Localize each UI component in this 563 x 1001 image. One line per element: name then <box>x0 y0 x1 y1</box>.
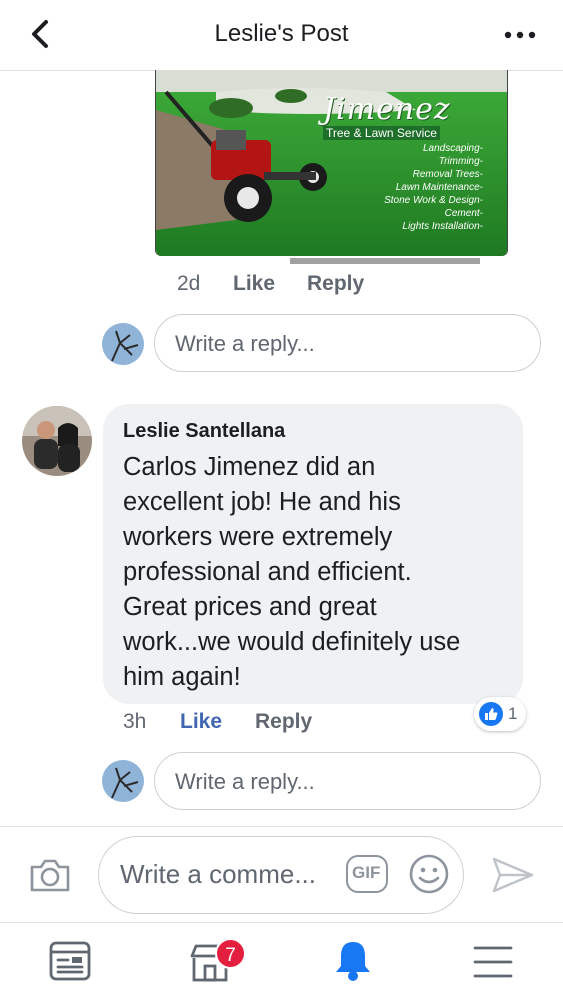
ad-service-item: Lawn Maintenance- <box>395 182 483 193</box>
gif-button[interactable]: GIF <box>346 855 388 893</box>
reply-input[interactable]: Write a reply... <box>154 752 541 810</box>
ad-brand: Jimenez <box>323 92 451 127</box>
emoji-icon[interactable] <box>408 853 450 900</box>
reply-input[interactable]: Write a reply... <box>154 314 541 372</box>
comment-text-line: excellent job! He and his <box>123 488 401 516</box>
ad-service-item: Stone Work & Design- <box>384 195 483 206</box>
ad-service-item: Lights Installation- <box>402 221 483 232</box>
like-button-active[interactable]: Like <box>180 710 222 734</box>
comment-input[interactable]: Write a comme... GIF <box>98 836 464 914</box>
ad-text-block: Jimenez Tree & Lawn Service Landscaping-… <box>323 92 507 252</box>
ad-image-edge <box>160 254 500 268</box>
comment-text: Carlos Jimenez did an excellent job! He a… <box>123 450 518 695</box>
reply-button[interactable]: Reply <box>255 710 312 734</box>
comment-time: 3h <box>123 710 147 733</box>
ad-service-item: Landscaping- <box>422 143 483 154</box>
comment-text-line: Carlos Jimenez did an <box>123 453 376 481</box>
ad-service-item: Removal Trees- <box>412 169 483 180</box>
comment-input-placeholder: Write a comme... <box>120 859 317 889</box>
page-title: Leslie's Post <box>214 20 349 47</box>
news-feed-icon[interactable] <box>48 940 92 987</box>
marketplace-badge: 7 <box>215 938 246 969</box>
comment-text-line: Great prices and great <box>123 593 377 621</box>
ad-services-list: Landscaping- Trimming- Removal Trees- Lawn … <box>384 142 483 233</box>
gif-label: GIF <box>352 863 381 882</box>
comment-text-line: workers were extremely <box>123 523 393 551</box>
ad-service-item: Trimming- <box>438 156 483 167</box>
like-button[interactable]: Like <box>233 272 275 296</box>
lawn-service-ad-image[interactable]: Jimenez Tree & Lawn Service Landscaping-… <box>155 70 508 256</box>
more-options-icon[interactable] <box>500 18 540 54</box>
reply-input-placeholder: Write a reply... <box>175 331 315 356</box>
reaction-count: 1 <box>508 704 518 723</box>
ad-brand-subtitle: Tree & Lawn Service <box>323 126 440 140</box>
menu-icon[interactable] <box>472 944 514 985</box>
user-avatar <box>102 323 144 365</box>
comment-text-line: professional and efficient. <box>123 558 412 586</box>
reaction-summary[interactable]: 1 <box>474 697 526 731</box>
user-avatar <box>102 760 144 802</box>
notifications-bell-icon[interactable] <box>332 938 374 987</box>
comment-bubble: Leslie Santellana Carlos Jimenez did an e… <box>103 404 523 704</box>
comment-text-line: work...we would definitely use <box>123 628 461 656</box>
top-navigation-bar: Leslie's Post <box>0 0 563 71</box>
ad-service-item: Cement- <box>444 208 483 219</box>
camera-icon[interactable] <box>28 855 72 895</box>
comment-author[interactable]: Leslie Santellana <box>123 420 285 443</box>
send-icon[interactable] <box>490 855 536 900</box>
like-reaction-icon <box>479 702 503 726</box>
reply-input-placeholder: Write a reply... <box>175 769 315 794</box>
comment-time: 2d <box>177 272 201 295</box>
commenter-avatar[interactable] <box>22 406 92 476</box>
reply-button[interactable]: Reply <box>307 272 364 296</box>
comment-text-line: him again! <box>123 663 241 691</box>
